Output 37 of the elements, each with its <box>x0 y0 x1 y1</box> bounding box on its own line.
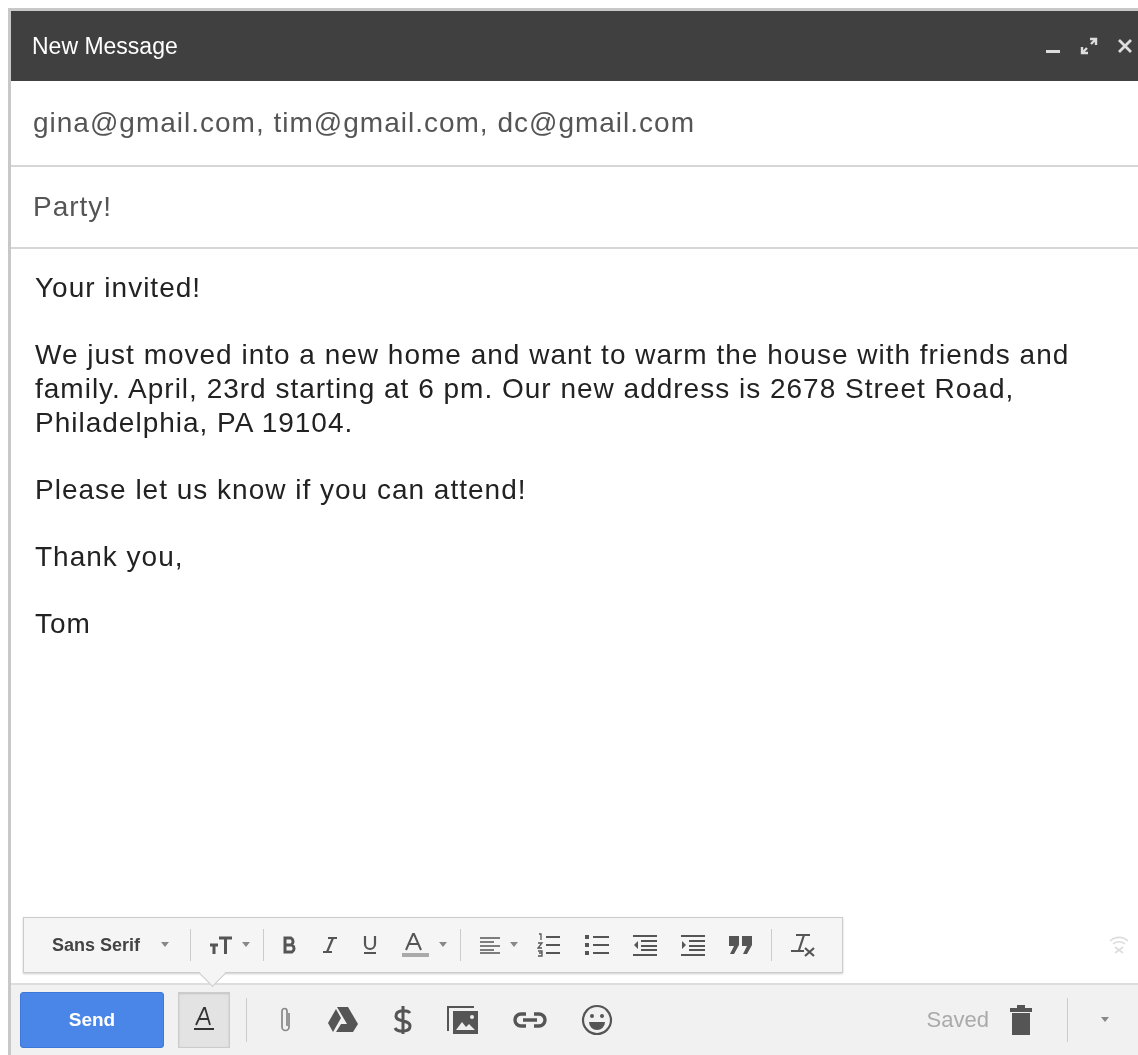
text-size-icon[interactable] <box>209 935 234 955</box>
formatting-toggle[interactable] <box>178 992 230 1048</box>
underline-icon[interactable] <box>362 935 379 955</box>
indent-icon[interactable] <box>681 934 706 956</box>
dollar-icon[interactable] <box>393 1005 413 1035</box>
window-title: New Message <box>32 32 179 60</box>
font-dropdown[interactable]: Sans Serif <box>34 934 185 956</box>
body-paragraph: Your invited! <box>35 271 203 305</box>
send-button[interactable]: Send <box>20 992 164 1048</box>
expand-icon[interactable] <box>1080 37 1098 55</box>
save-status: Saved <box>926 1007 989 1033</box>
text-color-icon[interactable] <box>402 933 431 957</box>
bold-icon[interactable] <box>282 936 299 954</box>
italic-icon[interactable] <box>322 936 339 954</box>
link-icon[interactable] <box>513 1011 547 1029</box>
quote-icon[interactable] <box>729 936 754 954</box>
outdent-icon[interactable] <box>633 934 658 956</box>
caret-icon[interactable] <box>509 942 520 948</box>
close-icon[interactable] <box>1116 37 1134 55</box>
body-paragraph: We just moved into a new home and want to warm the house with friends and family. April, 23rd starting at 6 pm. Our new address is 2678 Street Road, Philadelphia, PA 19104. <box>35 338 1071 440</box>
body-paragraph: Tom <box>35 607 92 641</box>
align-icon[interactable] <box>479 936 502 954</box>
trash-icon[interactable] <box>1009 1005 1033 1035</box>
clear-formatting-icon[interactable] <box>790 933 817 957</box>
caret-icon <box>160 942 171 948</box>
text-format-icon <box>193 1007 215 1033</box>
caret-icon[interactable] <box>438 942 449 948</box>
caret-icon[interactable] <box>241 942 252 948</box>
paperclip-icon[interactable] <box>279 1006 293 1034</box>
photo-icon[interactable] <box>447 1005 479 1035</box>
bulleted-list-icon[interactable] <box>585 934 610 956</box>
drive-icon[interactable] <box>327 1006 359 1034</box>
body-paragraph: Thank you, <box>35 540 185 574</box>
numbered-list-icon[interactable] <box>537 933 562 957</box>
emoji-icon[interactable] <box>581 1004 613 1036</box>
body-paragraph: Please let us know if you can attend! <box>35 473 528 507</box>
more-options-icon[interactable] <box>1100 1017 1110 1023</box>
